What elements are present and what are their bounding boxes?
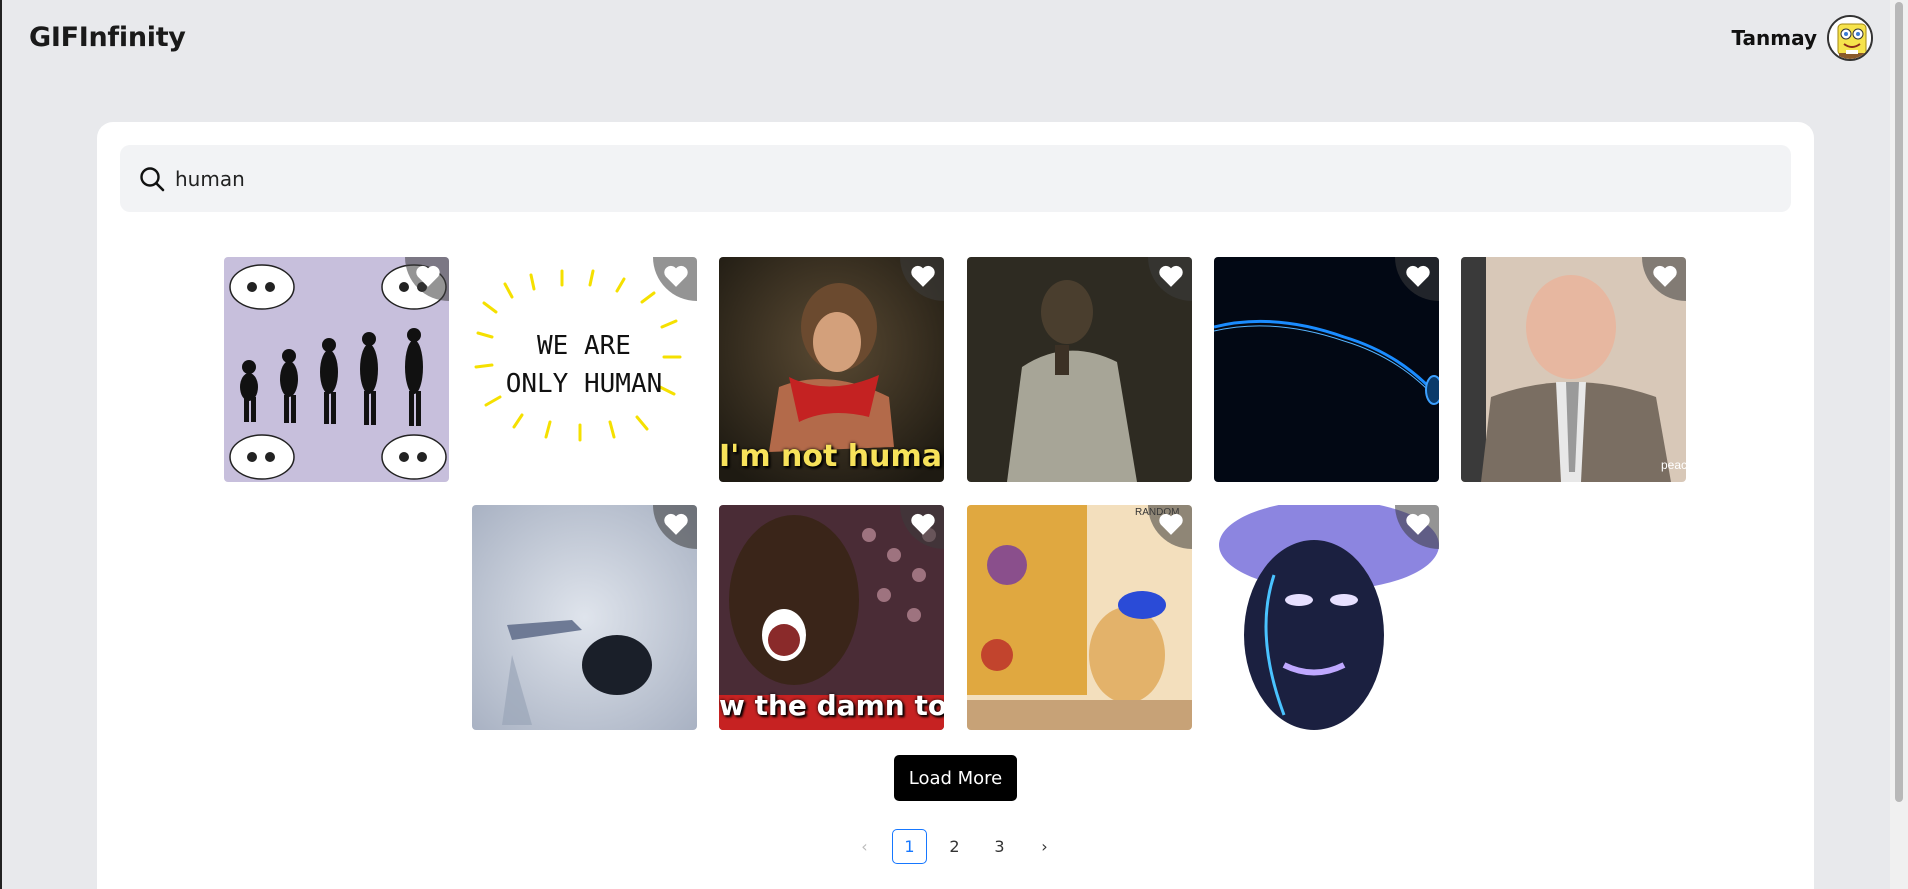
app-logo-title[interactable]: GIFInfinity xyxy=(29,22,186,53)
gif-card-painting-dog[interactable]: RANDOM xyxy=(967,505,1192,730)
pagination: ‹ 1 2 3 › xyxy=(847,829,1062,864)
gif-caption: w the damn to xyxy=(719,689,944,722)
gif-card-im-not-human[interactable]: I'm not human. xyxy=(719,257,944,482)
gif-image xyxy=(472,505,697,730)
heart-icon xyxy=(1653,265,1677,287)
gif-card-neon-face[interactable] xyxy=(1214,505,1439,730)
gif-image: WE ARE ONLY HUMAN xyxy=(472,257,697,482)
user-name: Tanmay xyxy=(1731,26,1817,50)
prev-page-chevron-icon[interactable]: ‹ xyxy=(847,829,882,864)
gif-text-only-human: ONLY HUMAN xyxy=(506,369,663,399)
gif-card-dark-man[interactable] xyxy=(967,257,1192,482)
heart-icon xyxy=(664,265,688,287)
page-1-button[interactable]: 1 xyxy=(892,829,927,864)
app-header: GIFInfinity Tanmay xyxy=(0,0,1890,78)
gif-card-ice-hole[interactable] xyxy=(472,505,697,730)
next-page-chevron-icon[interactable]: › xyxy=(1027,829,1062,864)
heart-icon xyxy=(911,513,935,535)
page-3-button[interactable]: 3 xyxy=(982,829,1017,864)
gif-caption: I'm not human. xyxy=(719,439,944,474)
user-menu[interactable]: Tanmay xyxy=(1731,15,1873,61)
gif-image xyxy=(1214,257,1439,482)
search-input[interactable] xyxy=(175,159,1755,199)
gif-card-shouting-man[interactable]: w the damn to xyxy=(719,505,944,730)
search-icon xyxy=(140,167,165,192)
gif-image xyxy=(967,257,1192,482)
heart-icon xyxy=(416,265,440,287)
heart-icon xyxy=(1406,513,1430,535)
gif-image xyxy=(1214,505,1439,730)
gif-card-office-kevin[interactable]: peaco xyxy=(1461,257,1686,482)
gif-card-blue-line[interactable] xyxy=(1214,257,1439,482)
scrollbar-thumb[interactable] xyxy=(1895,2,1903,802)
gif-watermark: peaco xyxy=(1661,458,1686,472)
search-bar xyxy=(120,145,1791,212)
avatar-image xyxy=(1829,17,1871,59)
heart-icon xyxy=(1406,265,1430,287)
page-scrollbar[interactable] xyxy=(1890,0,1908,889)
heart-icon xyxy=(911,265,935,287)
load-more-button[interactable]: Load More xyxy=(894,755,1017,801)
gif-card-evolution[interactable] xyxy=(224,257,449,482)
gif-image xyxy=(224,257,449,482)
gif-card-we-are-only-human[interactable]: WE ARE ONLY HUMAN xyxy=(472,257,697,482)
avatar[interactable] xyxy=(1827,15,1873,61)
gif-image: RANDOM xyxy=(967,505,1192,730)
heart-icon xyxy=(664,513,688,535)
heart-icon xyxy=(1159,265,1183,287)
gif-image: peaco xyxy=(1461,257,1686,482)
window-left-edge xyxy=(0,0,2,889)
heart-icon xyxy=(1159,513,1183,535)
gif-search-panel: WE ARE ONLY HUMAN I'm not human. xyxy=(97,122,1814,889)
gif-text-we-are: WE ARE xyxy=(537,331,631,361)
page-2-button[interactable]: 2 xyxy=(937,829,972,864)
